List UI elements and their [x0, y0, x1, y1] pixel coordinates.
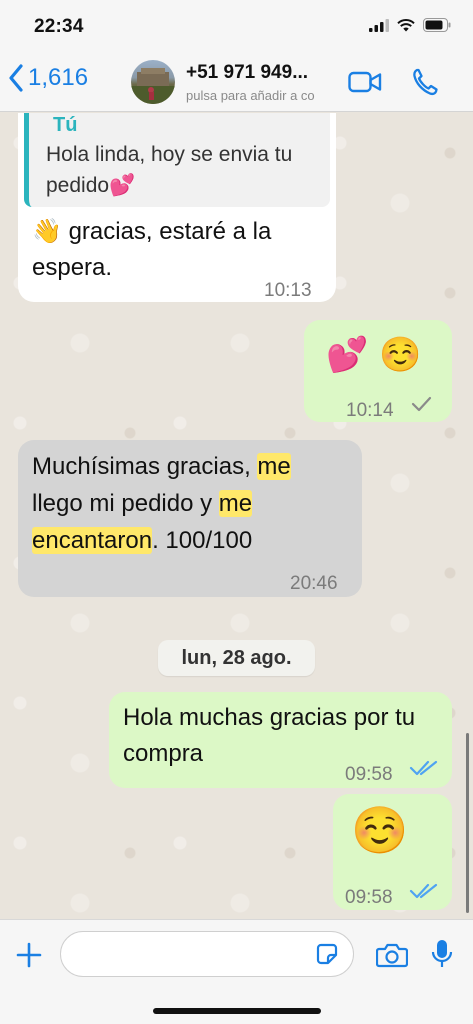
emoji-message: ☺️ — [351, 803, 409, 857]
status-bar: 22:34 — [0, 0, 473, 52]
contact-name[interactable]: +51 971 949... — [186, 62, 336, 84]
message-segment: . 100/100 — [152, 527, 253, 554]
home-indicator[interactable] — [153, 1008, 321, 1014]
plus-icon[interactable] — [16, 942, 42, 968]
wifi-icon — [397, 18, 415, 31]
contact-subtitle[interactable]: pulsa para añadir a co — [186, 88, 338, 103]
read-ticks-icon — [409, 883, 438, 899]
back-chevron-icon — [9, 64, 23, 92]
video-call-icon[interactable] — [348, 70, 382, 94]
quoted-reply-text: Hola linda, hoy se envia tu pedido💕 — [46, 143, 293, 197]
message-body: Hola muchas gracias por tu compra — [123, 704, 416, 767]
message-bubble-outgoing[interactable]: ☺️ 09:58 — [333, 794, 452, 910]
emoji-message: 💕 ☺️ — [326, 335, 422, 375]
message-segment: llego mi pedido y — [32, 490, 213, 517]
message-time: 09:58 — [345, 764, 393, 785]
search-highlight: me — [218, 490, 253, 517]
message-time: 09:58 — [345, 887, 393, 908]
delivered-check-icon — [411, 396, 432, 412]
status-time: 22:34 — [34, 16, 84, 37]
back-unread-count: 1,616 — [28, 64, 89, 91]
message-time: 20:46 — [290, 573, 338, 594]
search-highlight: encantaron — [32, 527, 153, 554]
message-segment: Muchísimas gracias, — [32, 453, 251, 480]
signal-icon — [369, 18, 389, 32]
message-time: 10:14 — [346, 400, 394, 421]
microphone-icon[interactable] — [430, 938, 454, 970]
wave-emoji: 👋 — [32, 217, 62, 245]
battery-icon — [423, 18, 451, 32]
avatar-photo — [131, 68, 175, 104]
message-bubble-outgoing[interactable]: Hola muchas gracias por tu compra 09:58 — [109, 692, 452, 788]
back-button[interactable]: 1,616 — [8, 64, 88, 92]
date-separator: lun, 28 ago. — [158, 640, 315, 676]
avatar[interactable] — [131, 60, 175, 104]
message-body: gracias, estaré a la espera. — [32, 218, 272, 281]
read-ticks-icon — [409, 760, 438, 776]
chat-area[interactable]: Tú Hola linda, hoy se envia tu pedido💕 👋… — [0, 113, 473, 919]
sticker-icon[interactable] — [316, 943, 338, 965]
message-text: Muchísimas gracias, me llego mi pedido y… — [32, 448, 354, 559]
status-icons — [369, 18, 451, 32]
scrollbar[interactable] — [466, 733, 469, 913]
message-bubble-outgoing[interactable]: 💕 ☺️ 10:14 — [304, 320, 452, 422]
message-bubble-incoming[interactable]: Tú Hola linda, hoy se envia tu pedido💕 👋… — [18, 113, 336, 302]
camera-icon[interactable] — [376, 942, 408, 968]
message-input[interactable] — [60, 931, 354, 977]
search-highlight: me — [257, 453, 291, 480]
phone-call-icon[interactable] — [412, 68, 438, 96]
chat-header: 1,616 +51 971 949... pulsa para añadir a… — [0, 52, 473, 112]
message-bubble-incoming-selected[interactable]: Muchísimas gracias, me llego mi pedido y… — [18, 440, 362, 597]
message-time: 10:13 — [264, 280, 312, 301]
quoted-reply[interactable]: Tú Hola linda, hoy se envia tu pedido💕 — [24, 113, 330, 207]
